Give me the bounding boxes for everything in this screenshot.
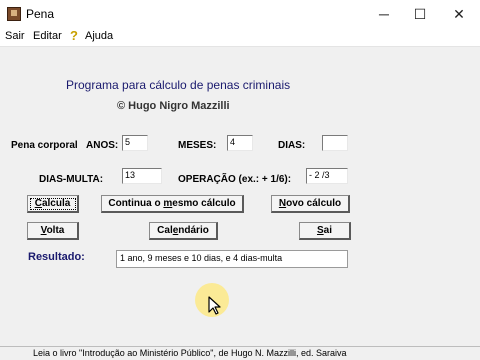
dias-multa-input[interactable]: 13	[122, 168, 162, 184]
novo-calculo-button[interactable]: Novo cálculo	[271, 195, 350, 213]
operacao-input[interactable]: - 2 /3	[306, 168, 348, 184]
app-heading: Programa para cálculo de penas criminais	[66, 78, 291, 92]
minimize-button[interactable]: ─	[365, 0, 403, 28]
meses-input[interactable]: 4	[227, 135, 253, 151]
volta-button[interactable]: Volta	[27, 222, 79, 240]
sai-button[interactable]: Sai	[299, 222, 351, 240]
pena-corporal-label: Pena corporal	[11, 140, 78, 151]
help-icon[interactable]: ?	[68, 29, 80, 43]
menu-sair[interactable]: Sair	[5, 30, 25, 42]
anos-input[interactable]: 5	[122, 135, 148, 151]
continua-calculo-button[interactable]: Continua o mesmo cálculo	[101, 195, 244, 213]
operacao-label: OPERAÇÃO (ex.: + 1/6):	[178, 174, 292, 185]
app-icon	[7, 7, 21, 21]
dias-input[interactable]	[322, 135, 348, 151]
mouse-cursor-icon	[208, 296, 221, 315]
close-button[interactable]: ✕	[440, 0, 478, 28]
anos-label: ANOS:	[86, 140, 119, 151]
calendario-button[interactable]: Calendário	[149, 222, 218, 240]
calcula-button[interactable]: Calcula	[27, 195, 79, 213]
menu-bar: Sair Editar ? Ajuda	[0, 28, 480, 47]
copyright-line: © Hugo Nigro Mazzilli	[117, 100, 230, 112]
dias-multa-label: DIAS-MULTA:	[39, 174, 104, 185]
window-title: Pena	[26, 7, 55, 21]
resultado-label: Resultado:	[28, 251, 85, 263]
title-bar[interactable]: Pena ─ ☐ ✕	[0, 0, 480, 28]
maximize-button[interactable]: ☐	[401, 0, 439, 28]
menu-ajuda[interactable]: Ajuda	[85, 30, 113, 42]
menu-editar[interactable]: Editar	[33, 30, 62, 42]
dias-label: DIAS:	[278, 140, 306, 151]
resultado-output[interactable]: 1 ano, 9 meses e 10 dias, e 4 dias-multa	[116, 250, 348, 268]
meses-label: MESES:	[178, 140, 217, 151]
status-text: Leia o livro "Introdução ao Ministério P…	[33, 348, 347, 358]
app-window: Pena ─ ☐ ✕ Sair Editar ? Ajuda Programa …	[0, 0, 480, 360]
status-bar: Leia o livro "Introdução ao Ministério P…	[0, 346, 480, 360]
